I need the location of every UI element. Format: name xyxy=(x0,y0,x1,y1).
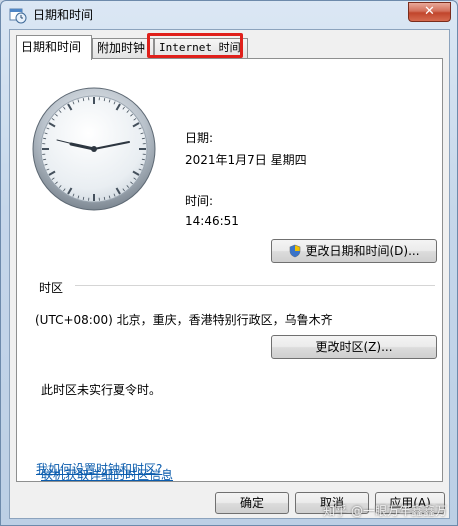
time-value: 14:46:51 xyxy=(185,214,239,228)
timezone-value: (UTC+08:00) 北京，重庆，香港特别行政区，乌鲁木齐 xyxy=(35,313,333,327)
window-title: 日期和时间 xyxy=(33,8,94,22)
tab-date-time[interactable]: 日期和时间 xyxy=(16,35,92,60)
timezone-divider xyxy=(75,285,435,286)
close-button[interactable]: ✕ xyxy=(408,2,451,22)
ok-button[interactable]: 确定 xyxy=(215,492,289,514)
dst-note: 此时区未实行夏令时。 xyxy=(41,383,162,397)
date-value: 2021年1月7日 星期四 xyxy=(185,153,307,167)
time-label: 时间: xyxy=(185,194,214,208)
how-to-set-clock-link[interactable]: 我如何设置时钟和时区? xyxy=(36,460,162,477)
date-label: 日期: xyxy=(185,131,214,145)
watermark: 知乎 @一眼万年鑫鑫万 xyxy=(323,504,447,518)
timezone-section-label: 时区 xyxy=(39,281,64,295)
change-timezone-button[interactable]: 更改时区(Z)... xyxy=(271,335,437,359)
calendar-clock-icon xyxy=(9,8,27,24)
analog-clock xyxy=(32,87,156,211)
date-time-dialog: 日期和时间 ✕ 日期和时间 附加时钟 Internet 时间 日期: 2021年… xyxy=(0,0,458,526)
uac-shield-icon xyxy=(290,244,301,258)
tab-additional-clocks[interactable]: 附加时钟 xyxy=(92,38,154,58)
tab-panel-date-time: 日期: 2021年1月7日 星期四 时间: 14:46:51 更改日期和时间(D… xyxy=(16,58,443,482)
change-date-time-button[interactable]: 更改日期和时间(D)... xyxy=(271,239,437,263)
title-bar[interactable]: 日期和时间 ✕ xyxy=(1,1,457,29)
dialog-client-area: 日期和时间 附加时钟 Internet 时间 日期: 2021年1月7日 星期四… xyxy=(9,29,450,519)
change-date-time-label: 更改日期和时间(D)... xyxy=(305,244,420,258)
tab-internet-time[interactable]: Internet 时间 xyxy=(154,38,248,58)
